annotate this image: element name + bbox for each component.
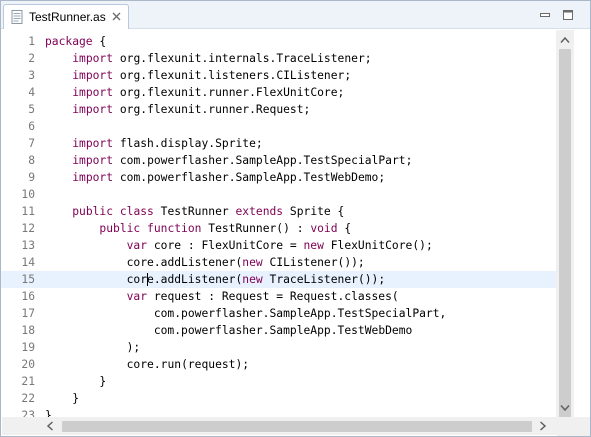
code-line[interactable]: 10 [1, 186, 572, 203]
code-editor[interactable]: 1 package {2 import org.flexunit.internal… [1, 30, 572, 417]
code-line[interactable]: 7 import flash.display.Sprite; [1, 135, 572, 152]
code-line[interactable]: 3 import org.flexunit.listeners.CIListen… [1, 67, 572, 84]
close-icon[interactable] [111, 11, 122, 22]
tab-bar: TestRunner.as [1, 1, 590, 29]
code-line[interactable]: 2 import org.flexunit.internals.TraceLis… [1, 50, 572, 67]
code-line[interactable]: 17 com.powerflasher.SampleApp.TestSpecia… [1, 305, 572, 322]
code-text[interactable]: public function TestRunner() : void { [45, 220, 351, 237]
code-line[interactable]: 15 core.addListener(new TraceListener())… [1, 271, 572, 288]
line-number: 23 [21, 409, 35, 417]
line-number: 7 [28, 137, 35, 150]
vertical-scroll-thumb[interactable] [559, 49, 571, 420]
code-line[interactable]: 6 [1, 118, 572, 135]
scroll-left-arrow-icon[interactable] [46, 421, 54, 431]
code-text[interactable]: import org.flexunit.listeners.CIListener… [45, 67, 351, 84]
line-number: 5 [28, 103, 35, 116]
code-line[interactable]: 13 var core : FlexUnitCore = new FlexUni… [1, 237, 572, 254]
line-number: 16 [21, 290, 35, 303]
code-text[interactable]: import org.flexunit.runner.Request; [45, 101, 310, 118]
code-text[interactable]: } [45, 407, 52, 417]
code-line[interactable]: 20 core.run(request); [1, 356, 572, 373]
code-line[interactable]: 11 public class TestRunner extends Sprit… [1, 203, 572, 220]
code-line[interactable]: 18 com.powerflasher.SampleApp.TestWebDem… [1, 322, 572, 339]
code-text[interactable]: var core : FlexUnitCore = new FlexUnitCo… [45, 237, 433, 254]
code-text[interactable]: public class TestRunner extends Sprite { [45, 203, 344, 220]
code-text[interactable]: core.addListener(new TraceListener()); [45, 271, 386, 288]
minimize-icon[interactable] [539, 9, 551, 21]
code-text[interactable]: import com.powerflasher.SampleApp.TestSp… [45, 152, 412, 169]
line-number: 20 [21, 358, 35, 371]
code-text[interactable]: com.powerflasher.SampleApp.TestWebDemo [45, 322, 413, 339]
code-text[interactable]: core.addListener(new CIListener()); [45, 254, 365, 271]
code-line[interactable]: 8 import com.powerflasher.SampleApp.Test… [1, 152, 572, 169]
code-line[interactable]: 14 core.addListener(new CIListener()); [1, 254, 572, 271]
code-line[interactable]: 4 import org.flexunit.runner.FlexUnitCor… [1, 84, 572, 101]
code-line[interactable]: 21 } [1, 373, 572, 390]
code-text[interactable]: ); [45, 339, 141, 356]
scroll-right-arrow-icon[interactable] [539, 421, 547, 431]
code-line[interactable]: 1 package { [1, 33, 572, 50]
line-number: 19 [21, 341, 35, 354]
as-file-icon [11, 10, 23, 24]
code-line[interactable]: 19 ); [1, 339, 572, 356]
line-number: 1 [28, 35, 35, 48]
scroll-up-arrow-icon[interactable] [560, 36, 570, 44]
horizontal-scroll-thumb[interactable] [62, 421, 532, 432]
line-number: 9 [28, 171, 35, 184]
code-line[interactable]: 9 import com.powerflasher.SampleApp.Test… [1, 169, 572, 186]
code-text[interactable]: } [45, 390, 79, 407]
code-text[interactable]: package { [45, 33, 106, 50]
line-number: 17 [21, 307, 35, 320]
horizontal-scrollbar[interactable] [2, 417, 557, 435]
line-number: 22 [21, 392, 35, 405]
code-line[interactable]: 12 public function TestRunner() : void { [1, 220, 572, 237]
code-line[interactable]: 5 import org.flexunit.runner.Request; [1, 101, 572, 118]
maximize-icon[interactable] [562, 9, 574, 21]
line-number: 2 [28, 52, 35, 65]
vertical-scrollbar[interactable] [556, 30, 574, 420]
code-line[interactable]: 23} [1, 407, 572, 417]
code-line[interactable]: 16 var request : Request = Request.class… [1, 288, 572, 305]
line-number: 11 [21, 205, 35, 218]
line-number: 6 [28, 120, 35, 133]
code-text[interactable]: } [45, 373, 106, 390]
code-text[interactable]: import com.powerflasher.SampleApp.TestWe… [45, 169, 385, 186]
scroll-down-arrow-icon[interactable] [560, 404, 570, 412]
code-text[interactable]: import org.flexunit.internals.TraceListe… [45, 50, 371, 67]
line-number: 18 [21, 324, 35, 337]
line-number: 8 [28, 154, 35, 167]
line-number: 4 [28, 86, 35, 99]
code-line[interactable]: 22 } [1, 390, 572, 407]
text-cursor [147, 273, 148, 286]
code-text[interactable]: core.run(request); [45, 356, 249, 373]
tab-testrunner[interactable]: TestRunner.as [3, 4, 129, 29]
code-text[interactable]: com.powerflasher.SampleApp.TestSpecialPa… [45, 305, 447, 322]
code-text[interactable]: import flash.display.Sprite; [45, 135, 263, 152]
line-number: 13 [21, 239, 35, 252]
code-text[interactable]: import org.flexunit.runner.FlexUnitCore; [45, 84, 344, 101]
line-number: 21 [21, 375, 35, 388]
scrollbar-corner [557, 417, 590, 436]
tab-title: TestRunner.as [29, 10, 106, 24]
editor-window: TestRunner.as 1 package {2 import org.fle… [0, 0, 591, 437]
line-number: 15 [21, 273, 35, 286]
line-number: 10 [21, 188, 35, 201]
line-number: 14 [21, 256, 35, 269]
line-number: 3 [28, 69, 35, 82]
line-number: 12 [21, 222, 35, 235]
code-text[interactable]: var request : Request = Request.classes( [45, 288, 399, 305]
